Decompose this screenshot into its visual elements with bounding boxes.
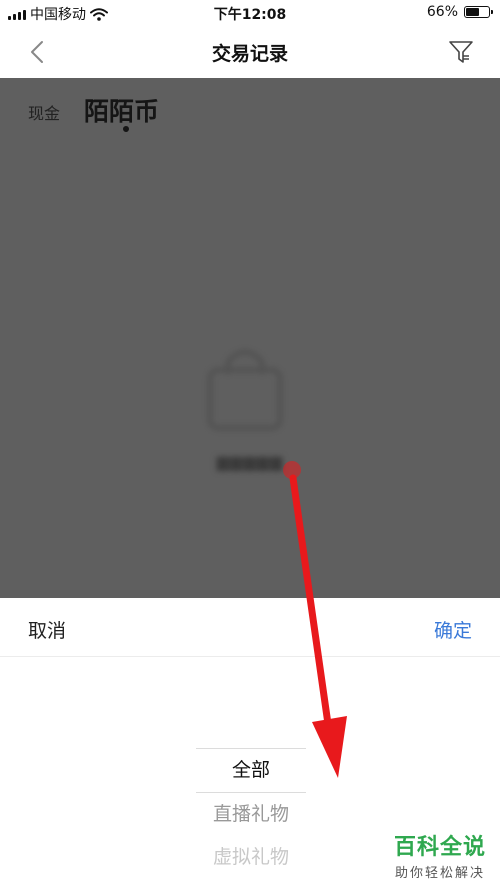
tab-cash[interactable]: 现金 xyxy=(28,100,60,124)
picker-wheel[interactable]: 全部 直播礼物 虚拟礼物 xyxy=(196,748,306,879)
battery-icon xyxy=(464,6,493,18)
picker-toolbar: 取消 确定 xyxy=(0,598,500,657)
filter-icon[interactable] xyxy=(448,38,474,66)
picker-option[interactable]: 直播礼物 xyxy=(196,793,306,836)
watermark: 百科全说 助你轻松解决 xyxy=(394,829,486,881)
picker-option[interactable]: 全部 xyxy=(196,749,306,792)
nav-bar: 交易记录 xyxy=(0,26,500,78)
tab-coin[interactable]: 陌陌币 xyxy=(84,92,159,128)
battery-percent: 66% xyxy=(426,4,458,20)
confirm-button[interactable]: 确定 xyxy=(434,616,472,643)
tab-active-indicator xyxy=(123,126,129,132)
empty-bag-icon xyxy=(207,349,283,431)
status-bar: 中国移动 下午12:08 66% xyxy=(0,0,500,26)
cancel-button[interactable]: 取消 xyxy=(28,616,66,643)
picker-option[interactable]: 虚拟礼物 xyxy=(196,836,306,879)
battery-level xyxy=(466,8,480,16)
empty-state-text: ▆▆▆▆▆ xyxy=(216,452,284,471)
status-time: 下午12:08 xyxy=(213,7,287,23)
page-title: 交易记录 xyxy=(211,43,288,65)
watermark-subtitle: 助你轻松解决 xyxy=(394,866,485,881)
dimmed-overlay[interactable]: 现金 陌陌币 ▆▆▆▆▆ xyxy=(0,78,500,598)
watermark-title: 百科全说 xyxy=(393,835,486,860)
status-right: 66% xyxy=(426,4,493,20)
